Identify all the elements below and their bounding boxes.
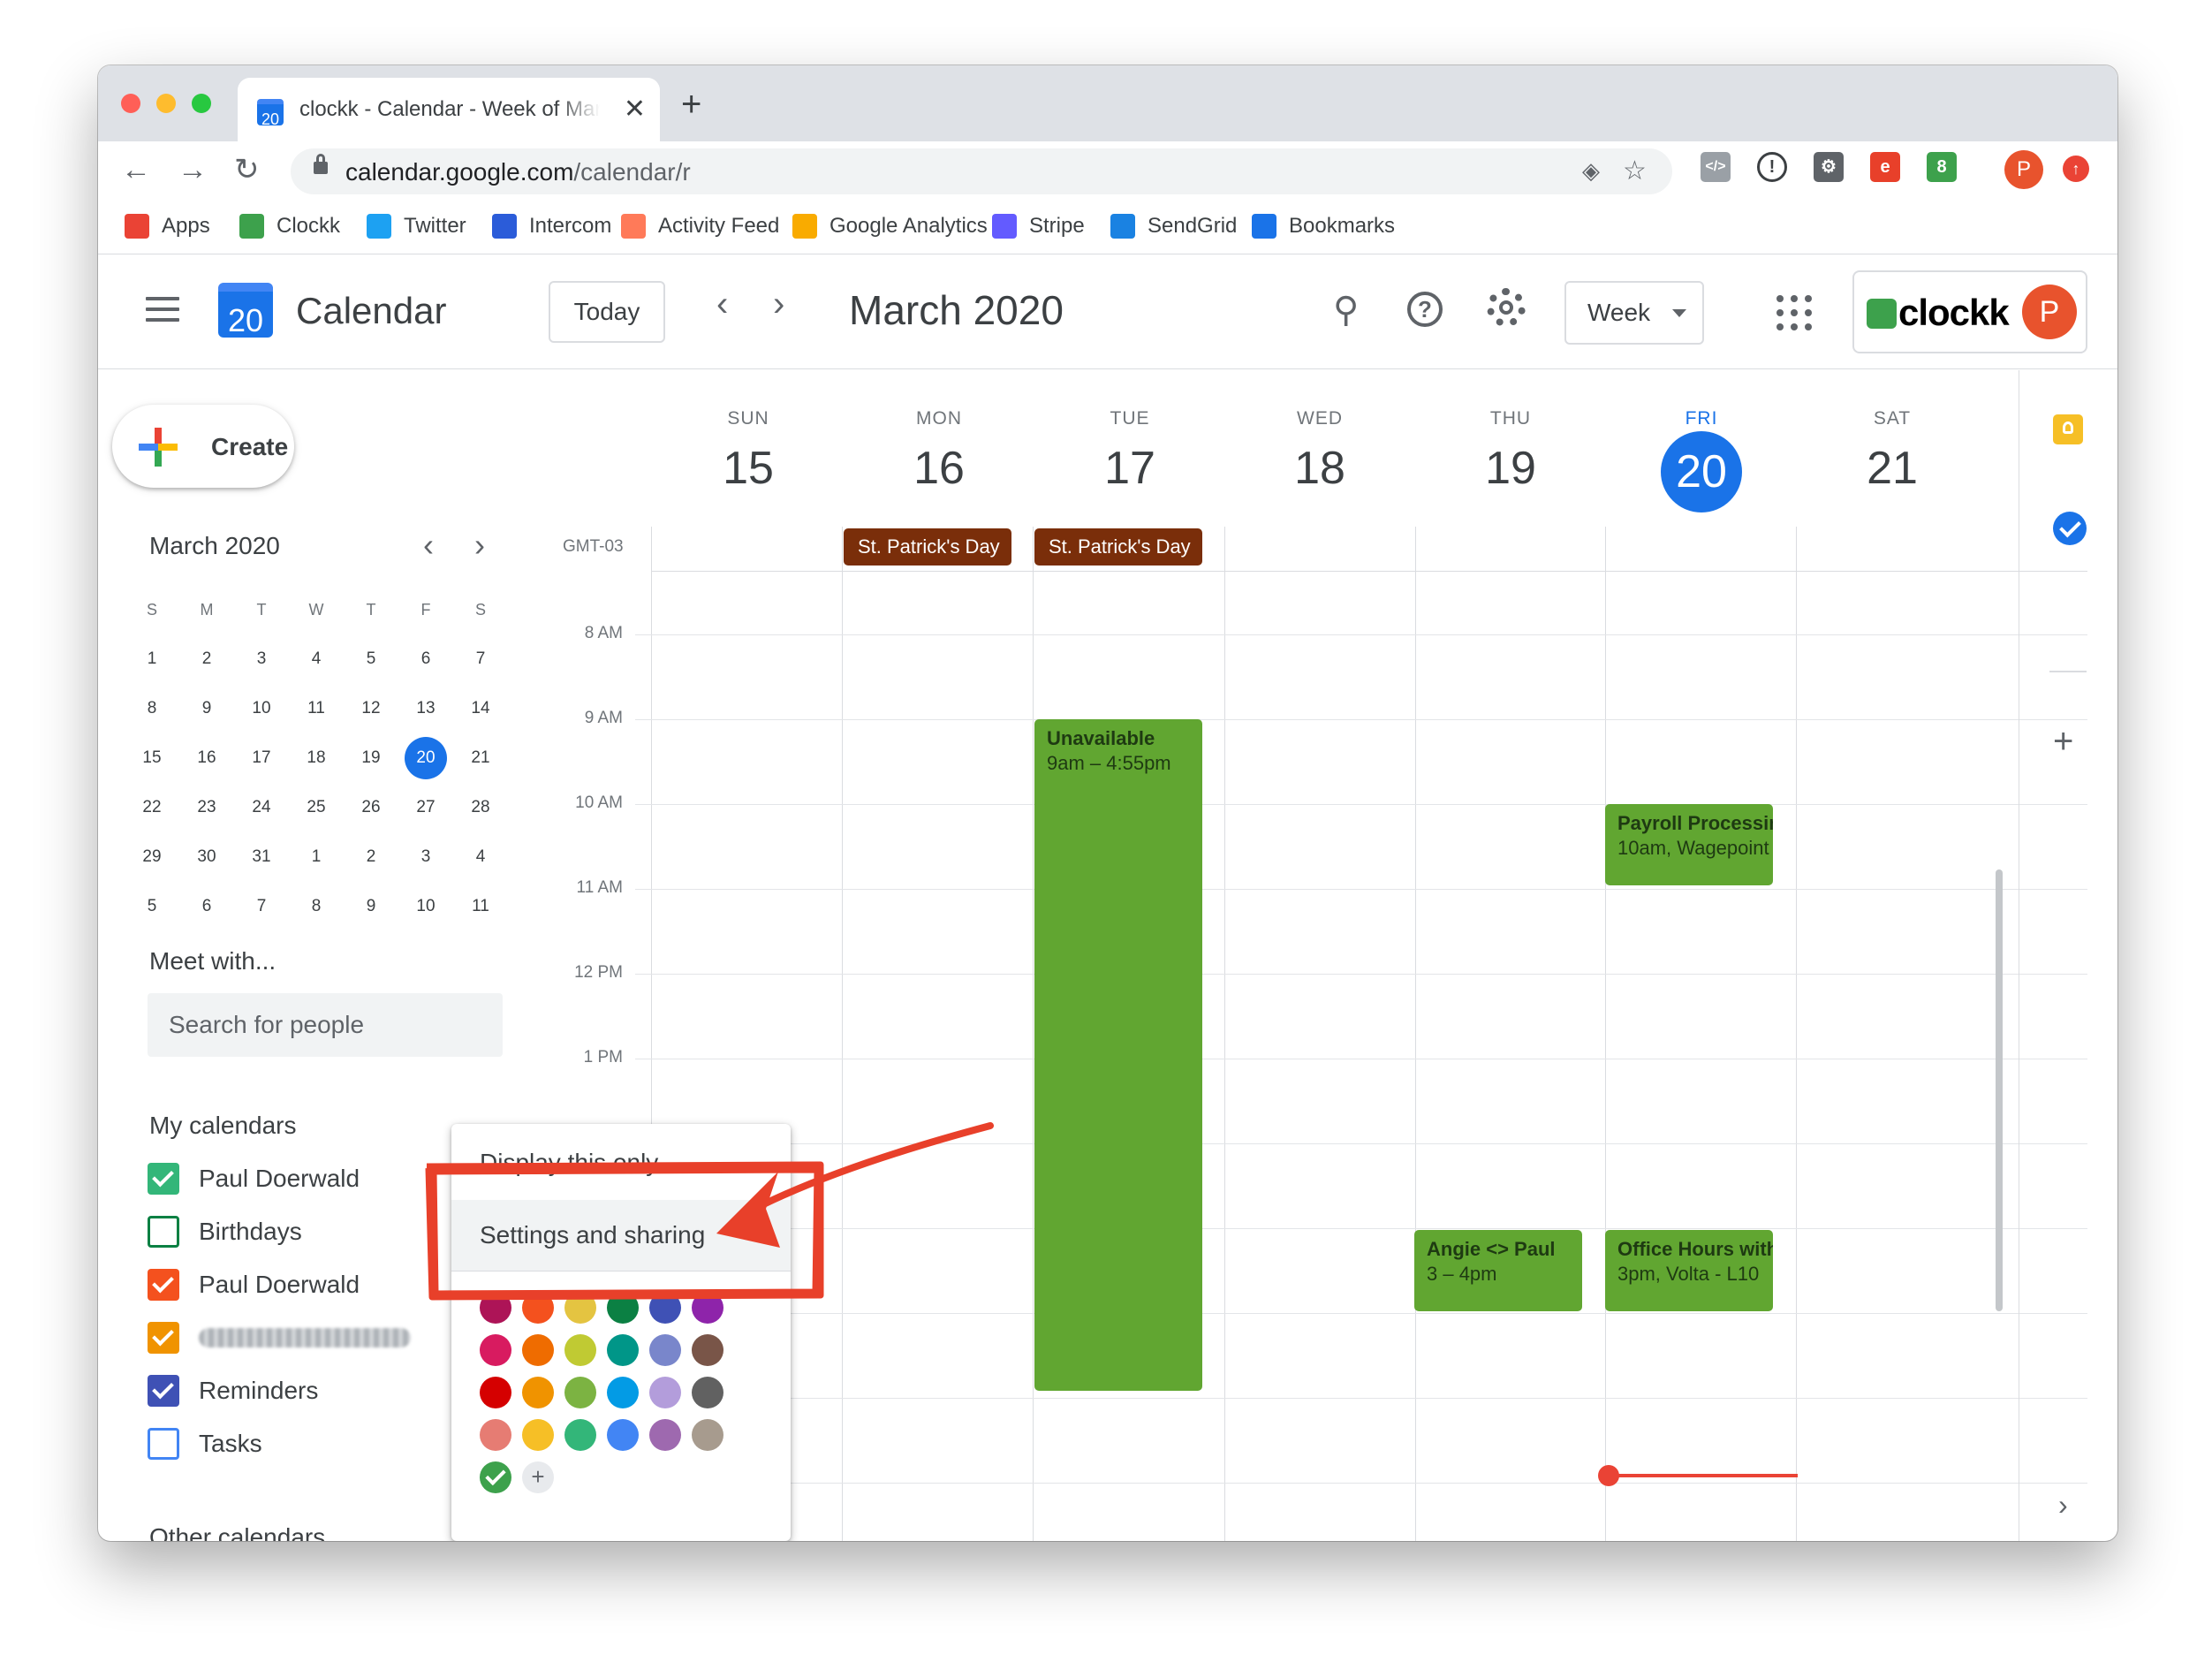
annotation-arrowhead: [716, 1172, 780, 1248]
browser-window: 20 clockk - Calendar - Week of March 15,…: [98, 65, 2117, 1541]
annotation-overlay: [425, 1122, 994, 1301]
